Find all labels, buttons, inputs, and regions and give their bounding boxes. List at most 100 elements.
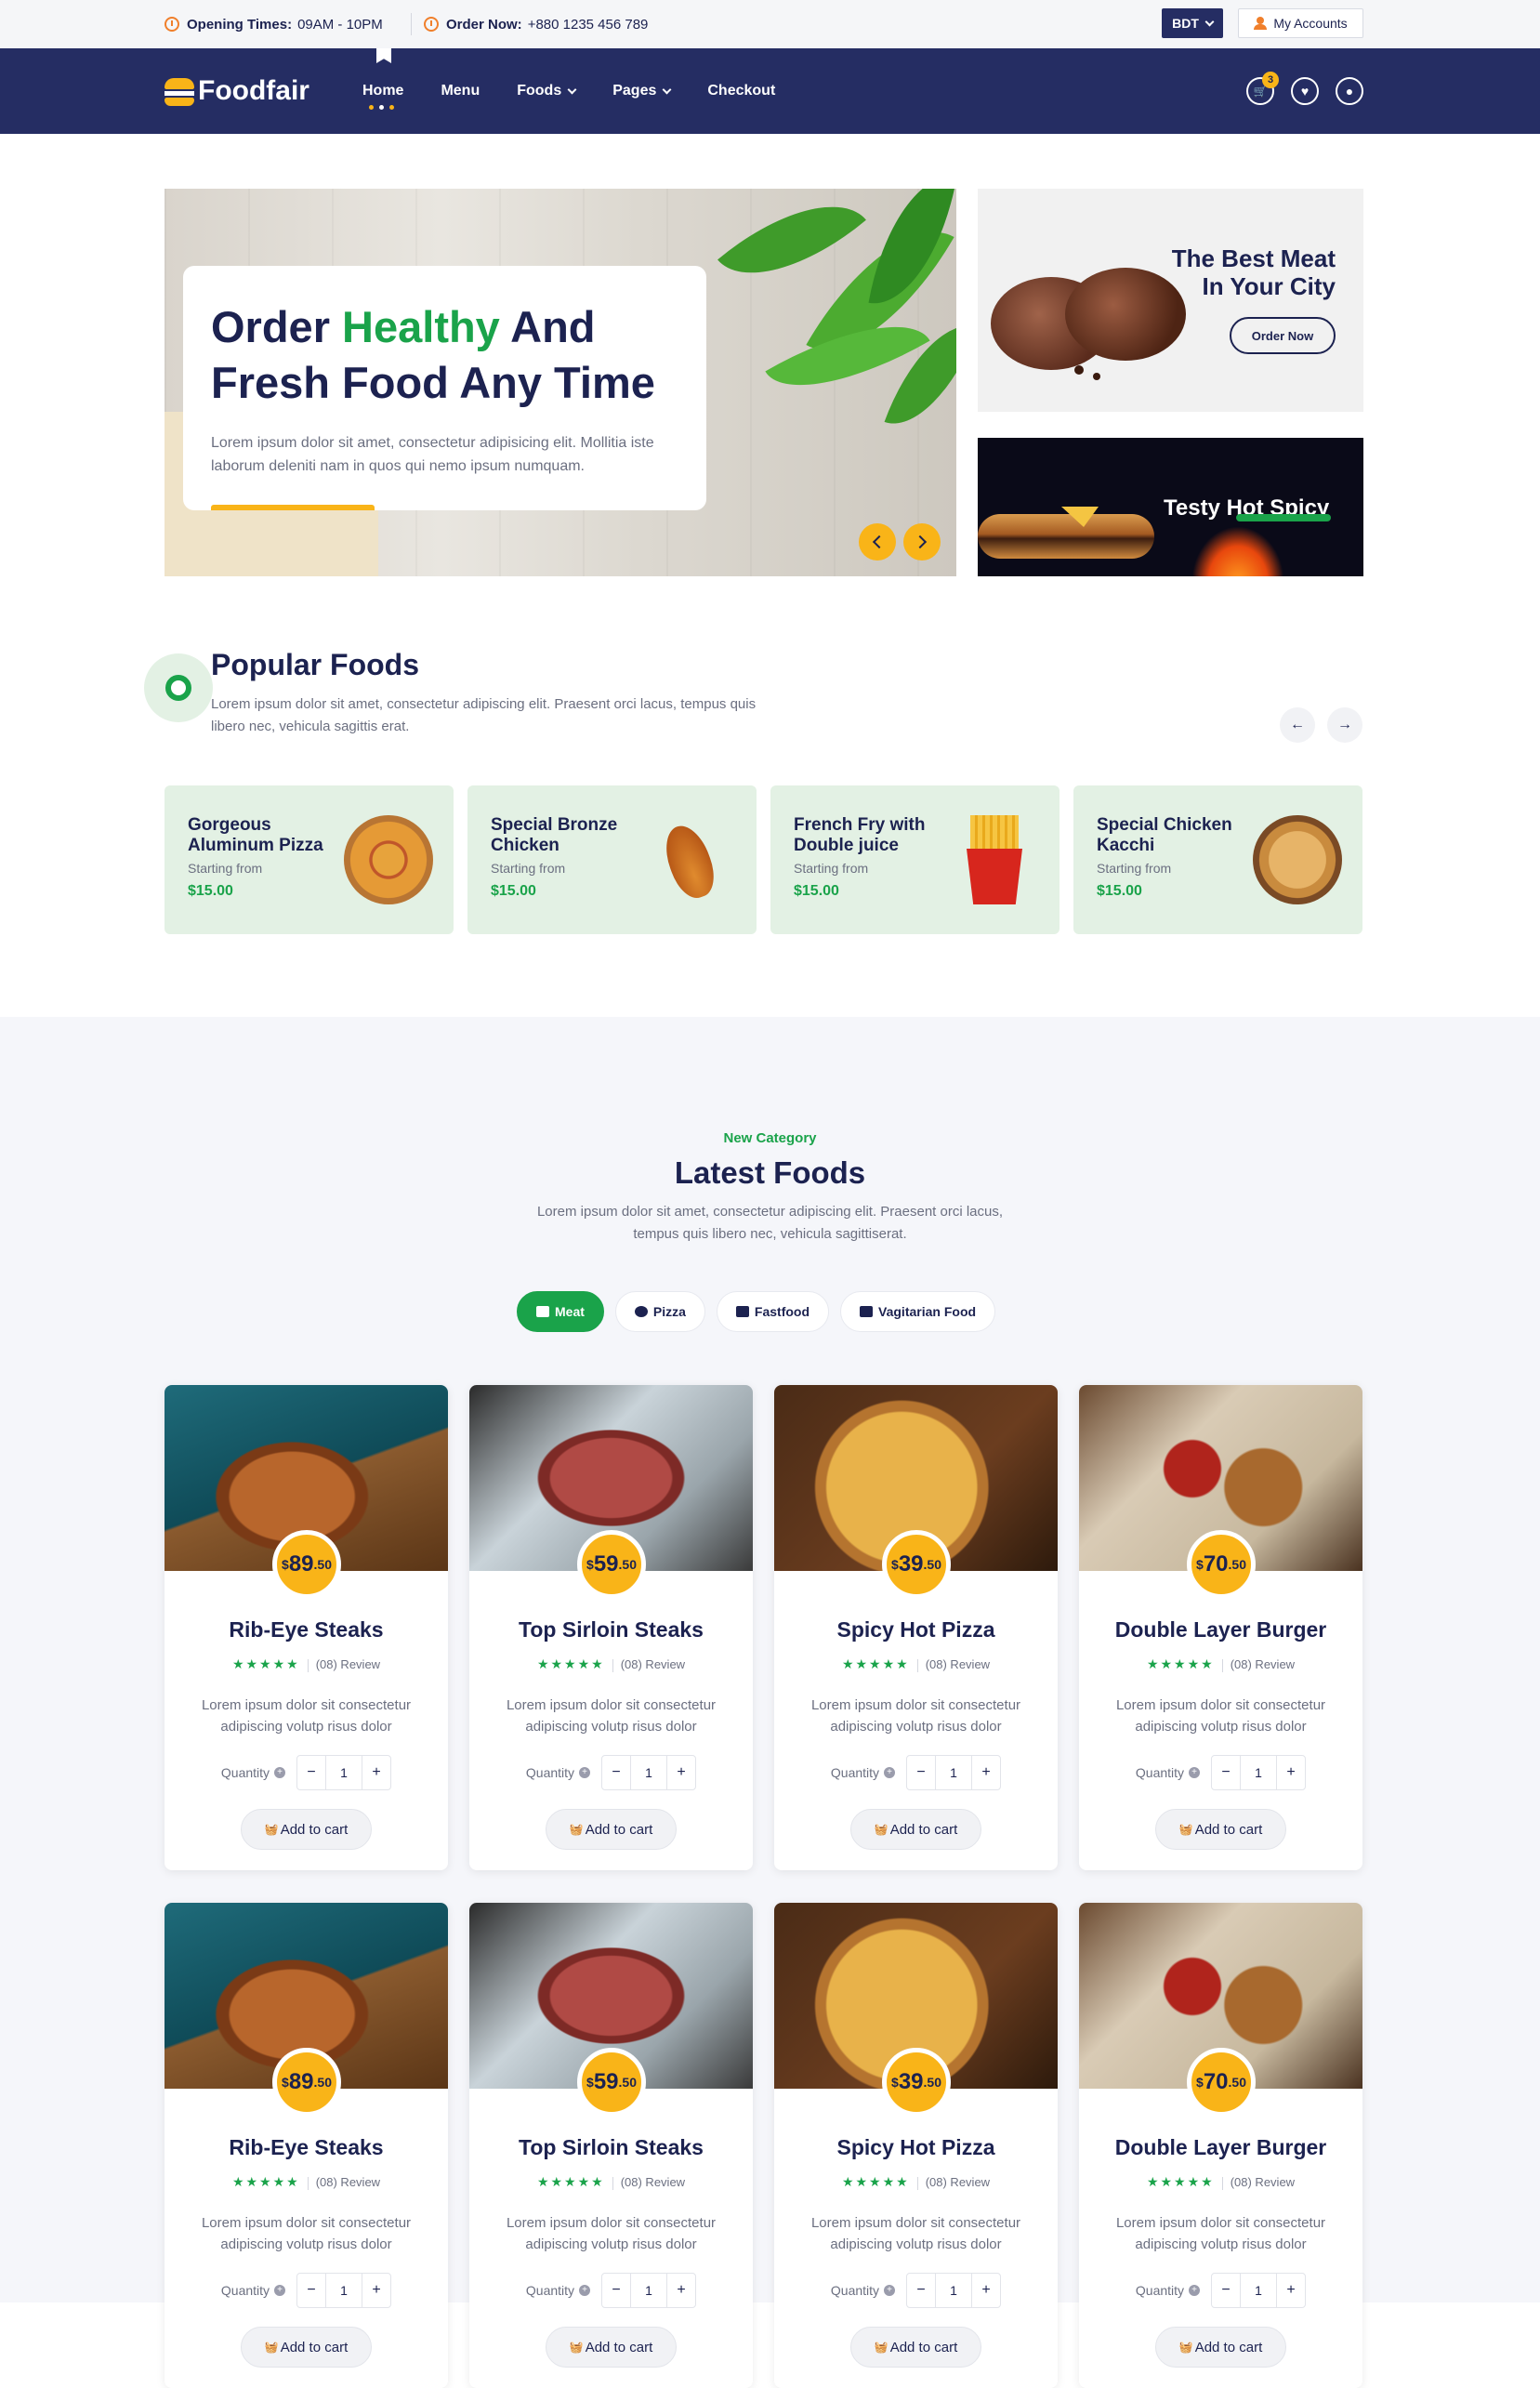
order-phone[interactable]: +880 1235 456 789 bbox=[528, 17, 649, 33]
popular-card[interactable]: Special Chicken Kacchi Starting from $15… bbox=[1073, 785, 1362, 934]
food-description: Lorem ipsum dolor sit consectetur adipis… bbox=[810, 1697, 1021, 1735]
food-card[interactable]: $39.50 Spicy Hot Pizza ★★★★★ (08) Review Lor… bbox=[774, 1903, 1058, 2388]
rating: ★★★★★ (08) Review bbox=[774, 2174, 1058, 2190]
nav-item-pages[interactable]: Pages bbox=[612, 83, 672, 99]
price-badge: $59.50 bbox=[577, 1530, 646, 1599]
increase-button[interactable]: + bbox=[667, 1756, 695, 1789]
add-to-cart-button[interactable]: 🧺 Add to cart bbox=[241, 2327, 372, 2368]
star-icons: ★★★★★ bbox=[231, 2174, 300, 2189]
food-card[interactable]: $59.50 Top Sirloin Steaks ★★★★★ (08) Review… bbox=[469, 1903, 753, 2388]
profile-button[interactable]: ● bbox=[1336, 77, 1363, 105]
review-count: (08) Review bbox=[315, 1657, 381, 1671]
tab-label: Vagitarian Food bbox=[878, 1304, 977, 1319]
increase-button[interactable]: + bbox=[362, 1756, 390, 1789]
nav-label: Home bbox=[362, 83, 404, 99]
food-card[interactable]: $70.50 Double Layer Burger ★★★★★ (08) Revie… bbox=[1079, 1385, 1362, 1870]
food-name: Spicy Hot Pizza bbox=[836, 1617, 995, 1642]
price-whole: 39 bbox=[898, 2069, 924, 2094]
nav-item-checkout[interactable]: Checkout bbox=[707, 83, 775, 99]
food-card[interactable]: $39.50 Spicy Hot Pizza ★★★★★ (08) Review Lor… bbox=[774, 1385, 1058, 1870]
tab-meat[interactable]: Meat bbox=[517, 1291, 604, 1332]
nav-item-foods[interactable]: Foods bbox=[517, 83, 577, 99]
increase-button[interactable]: + bbox=[972, 1756, 1000, 1789]
quantity-value[interactable]: 1 bbox=[1240, 1756, 1278, 1789]
hero-cta-button[interactable] bbox=[211, 505, 375, 510]
kacchi-bowl-image bbox=[1253, 815, 1342, 904]
add-to-cart-button[interactable]: 🧺 Add to cart bbox=[850, 2327, 981, 2368]
my-accounts-button[interactable]: My Accounts bbox=[1238, 8, 1363, 38]
promo-banner-meat[interactable]: The Best Meat In Your City Order Now bbox=[978, 189, 1363, 412]
rating: ★★★★★ (08) Review bbox=[469, 1656, 753, 1672]
add-to-cart-button[interactable]: 🧺 Add to cart bbox=[241, 1809, 372, 1850]
vegetarian-icon bbox=[860, 1306, 874, 1317]
french-fries-image bbox=[950, 815, 1039, 904]
price-cents: .50 bbox=[618, 1557, 637, 1572]
quantity-row: Quantity + −1 + bbox=[774, 1755, 1058, 1790]
quantity-stepper: −1 + bbox=[906, 2273, 1002, 2308]
price-cents: .50 bbox=[923, 1557, 941, 1572]
tab-fastfood[interactable]: Fastfood bbox=[716, 1291, 830, 1332]
quantity-row: Quantity + −1 + bbox=[469, 1755, 753, 1790]
food-card[interactable]: $89.50 Rib-Eye Steaks ★★★★★ (08) Review Lore… bbox=[165, 1385, 448, 1870]
currency-symbol: $ bbox=[891, 1557, 899, 1572]
wishlist-button[interactable]: ♥ bbox=[1291, 77, 1319, 105]
food-description: Lorem ipsum dolor sit consectetur adipis… bbox=[201, 2215, 412, 2252]
food-card[interactable]: $70.50 Double Layer Burger ★★★★★ (08) Revie… bbox=[1079, 1903, 1362, 2388]
order-now-button[interactable]: Order Now bbox=[1230, 317, 1336, 354]
popular-card[interactable]: French Fry with Double juice Starting fr… bbox=[770, 785, 1060, 934]
hero-slider: Order Healthy And Fresh Food Any Time Lo… bbox=[165, 189, 956, 576]
quantity-value[interactable]: 1 bbox=[630, 1756, 668, 1789]
rating: ★★★★★ (08) Review bbox=[469, 2174, 753, 2190]
quantity-value[interactable]: 1 bbox=[935, 1756, 973, 1789]
basket-icon: 🧺 bbox=[264, 1823, 279, 1836]
decrease-button[interactable]: − bbox=[907, 1756, 935, 1789]
opening-label: Opening Times: bbox=[187, 16, 293, 33]
rating: ★★★★★ (08) Review bbox=[774, 1656, 1058, 1672]
burger-logo-icon bbox=[165, 76, 194, 106]
main-nav: Foodfair Home Menu Foods Pages Checkout … bbox=[0, 48, 1540, 134]
nav-item-menu[interactable]: Menu bbox=[441, 83, 480, 99]
logo[interactable]: Foodfair bbox=[165, 71, 309, 112]
add-to-cart-button[interactable]: 🧺 Add to cart bbox=[850, 1809, 981, 1850]
food-card[interactable]: $59.50 Top Sirloin Steaks ★★★★★ (08) Review… bbox=[469, 1385, 753, 1870]
quantity-label: Quantity bbox=[1135, 1765, 1185, 1780]
price-cents: .50 bbox=[313, 2075, 332, 2090]
currency-select[interactable]: BDT bbox=[1162, 8, 1223, 38]
quantity-row: Quantity + −1 + bbox=[165, 1755, 448, 1790]
arrow-left-icon: ← bbox=[1290, 717, 1305, 732]
decrease-button[interactable]: − bbox=[602, 1756, 630, 1789]
popular-card[interactable]: Special Bronze Chicken Starting from $15… bbox=[467, 785, 757, 934]
hero-prev-button[interactable] bbox=[859, 523, 896, 561]
popular-food-name: Gorgeous Aluminum Pizza bbox=[188, 815, 323, 855]
hero-next-button[interactable] bbox=[903, 523, 941, 561]
currency-symbol: $ bbox=[282, 1557, 289, 1572]
starting-from: Starting from bbox=[491, 861, 566, 876]
tab-vegetarian[interactable]: Vagitarian Food bbox=[840, 1291, 996, 1332]
quantity-value[interactable]: 1 bbox=[325, 1756, 363, 1789]
add-to-cart-button[interactable]: 🧺 Add to cart bbox=[546, 1809, 677, 1850]
price-badge: $89.50 bbox=[272, 1530, 341, 1599]
tab-pizza[interactable]: Pizza bbox=[614, 1291, 705, 1332]
add-to-cart-button[interactable]: 🧺 Add to cart bbox=[546, 2327, 677, 2368]
increase-button[interactable]: + bbox=[1277, 1756, 1305, 1789]
food-name: Double Layer Burger bbox=[1114, 1617, 1327, 1642]
review-count: (08) Review bbox=[925, 1657, 991, 1671]
decrease-button[interactable]: − bbox=[297, 1756, 325, 1789]
popular-prev-button[interactable]: ← bbox=[1280, 707, 1315, 743]
nav-menu: Home Menu Foods Pages Checkout bbox=[362, 48, 812, 134]
food-card[interactable]: $89.50 Rib-Eye Steaks ★★★★★ (08) Review Lore… bbox=[165, 1903, 448, 2388]
order-label: Order Now: bbox=[446, 16, 522, 33]
add-to-cart-button[interactable]: 🧺 Add to cart bbox=[1155, 1809, 1286, 1850]
add-to-cart-button[interactable]: 🧺 Add to cart bbox=[1155, 2327, 1286, 2368]
nav-label: Menu bbox=[441, 83, 480, 99]
popular-card[interactable]: Gorgeous Aluminum Pizza Starting from $1… bbox=[165, 785, 454, 934]
decrease-button[interactable]: − bbox=[1212, 1756, 1240, 1789]
add-to-cart-label: Add to cart bbox=[280, 1821, 349, 1838]
popular-next-button[interactable]: → bbox=[1327, 707, 1362, 743]
nav-label: Pages bbox=[612, 83, 657, 99]
price-cents: .50 bbox=[313, 1557, 332, 1572]
review-count: (08) Review bbox=[620, 1657, 686, 1671]
user-icon: ● bbox=[1345, 84, 1354, 99]
nav-item-home[interactable]: Home bbox=[362, 83, 404, 110]
promo-banner-spicy[interactable]: Testy Hot Spicy bbox=[978, 438, 1363, 576]
